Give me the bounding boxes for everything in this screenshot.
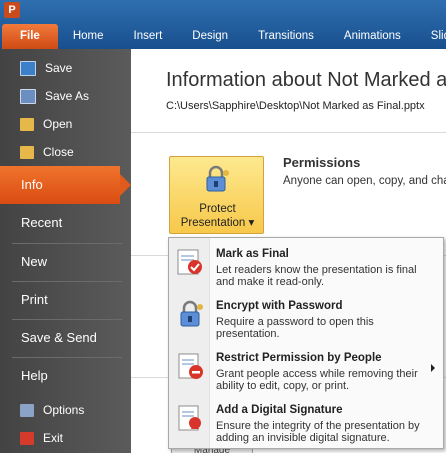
digital-signature-icon — [178, 405, 201, 431]
exit-icon — [20, 431, 34, 445]
ribbon-tab-bar: P File Home Insert Design Transitions An… — [0, 0, 446, 49]
permissions-heading: Permissions — [283, 155, 361, 170]
nav-info[interactable]: Info — [0, 166, 131, 204]
protect-label-text: Presentation — [180, 217, 246, 229]
powerpoint-app-icon[interactable]: P — [4, 2, 20, 18]
restrict-permission-title: Restrict Permission by People — [216, 352, 382, 364]
nav-print[interactable]: Print — [0, 281, 131, 319]
nav-help[interactable]: Help — [0, 357, 131, 395]
nav-new[interactable]: New — [0, 243, 131, 281]
close-label: Close — [43, 145, 74, 159]
protect-label-line2: Presentation ▾ — [170, 216, 265, 230]
nav-save-send[interactable]: Save & Send — [0, 319, 131, 357]
tab-file[interactable]: File — [2, 24, 58, 49]
mark-final-icon — [177, 249, 202, 275]
menu-item-restrict-permission[interactable]: Restrict Permission by People Grant peop… — [169, 344, 443, 396]
encrypt-with-password-title: Encrypt with Password — [216, 300, 343, 312]
digital-signature-title: Add a Digital Signature — [216, 404, 343, 416]
page-title: Information about Not Marked as Final — [166, 69, 446, 91]
exit-command[interactable]: Exit — [0, 424, 131, 452]
restrict-permission-icon — [178, 353, 203, 379]
protect-presentation-label: Protect Presentation ▾ — [170, 202, 265, 230]
open-command[interactable]: Open — [0, 110, 131, 138]
backstage-sidebar: Save Save As Open Close Info Recent New … — [0, 49, 131, 453]
options-command[interactable]: Options — [0, 396, 131, 424]
dropdown-arrow-icon: ▾ — [248, 217, 255, 229]
options-label: Options — [43, 403, 85, 417]
tab-animations[interactable]: Animations — [329, 24, 416, 49]
mark-as-final-desc: Let readers know the presentation is fin… — [216, 264, 417, 288]
save-as-command[interactable]: Save As — [0, 82, 131, 110]
ribbon-tabs: File Home Insert Design Transitions Anim… — [0, 24, 446, 49]
menu-item-encrypt-with-password[interactable]: Encrypt with Password Require a password… — [169, 292, 443, 344]
save-command[interactable]: Save — [0, 54, 131, 82]
submenu-arrow-icon — [431, 364, 435, 372]
menu-item-mark-as-final[interactable]: Mark as Final Let readers know the prese… — [169, 240, 443, 292]
tab-transitions[interactable]: Transitions — [243, 24, 329, 49]
restrict-permission-desc: Grant people access while removing their… — [216, 368, 418, 392]
menu-item-add-digital-signature[interactable]: Add a Digital Signature Ensure the integ… — [169, 396, 443, 448]
save-as-icon — [20, 88, 36, 104]
open-label: Open — [43, 117, 73, 131]
close-command[interactable]: Close — [0, 138, 131, 166]
tab-insert[interactable]: Insert — [119, 24, 178, 49]
save-label: Save — [45, 61, 73, 75]
protect-presentation-button[interactable]: Protect Presentation ▾ — [169, 156, 264, 234]
encrypt-with-password-desc: Require a password to open this presenta… — [216, 316, 374, 340]
nav-recent[interactable]: Recent — [0, 204, 131, 242]
digital-signature-desc: Ensure the integrity of the presentation… — [216, 420, 420, 444]
divider — [131, 132, 446, 133]
protect-presentation-menu: Mark as Final Let readers know the prese… — [168, 237, 444, 449]
close-folder-icon — [20, 145, 34, 159]
save-as-label: Save As — [45, 89, 90, 103]
options-icon — [20, 403, 34, 417]
tab-home[interactable]: Home — [58, 24, 119, 49]
encrypt-lock-icon — [180, 300, 203, 327]
save-icon — [20, 60, 36, 76]
open-folder-icon — [20, 117, 34, 131]
mark-as-final-title: Mark as Final — [216, 248, 289, 260]
protect-label-line1: Protect — [199, 203, 236, 215]
tab-design[interactable]: Design — [177, 24, 243, 49]
lock-key-icon — [206, 165, 229, 192]
exit-label: Exit — [43, 431, 64, 445]
file-path: C:\Users\Sapphire\Desktop\Not Marked as … — [166, 100, 425, 112]
tab-slide-show[interactable]: Slide — [416, 24, 446, 49]
permissions-description: Anyone can open, copy, and change any pa… — [283, 175, 446, 187]
